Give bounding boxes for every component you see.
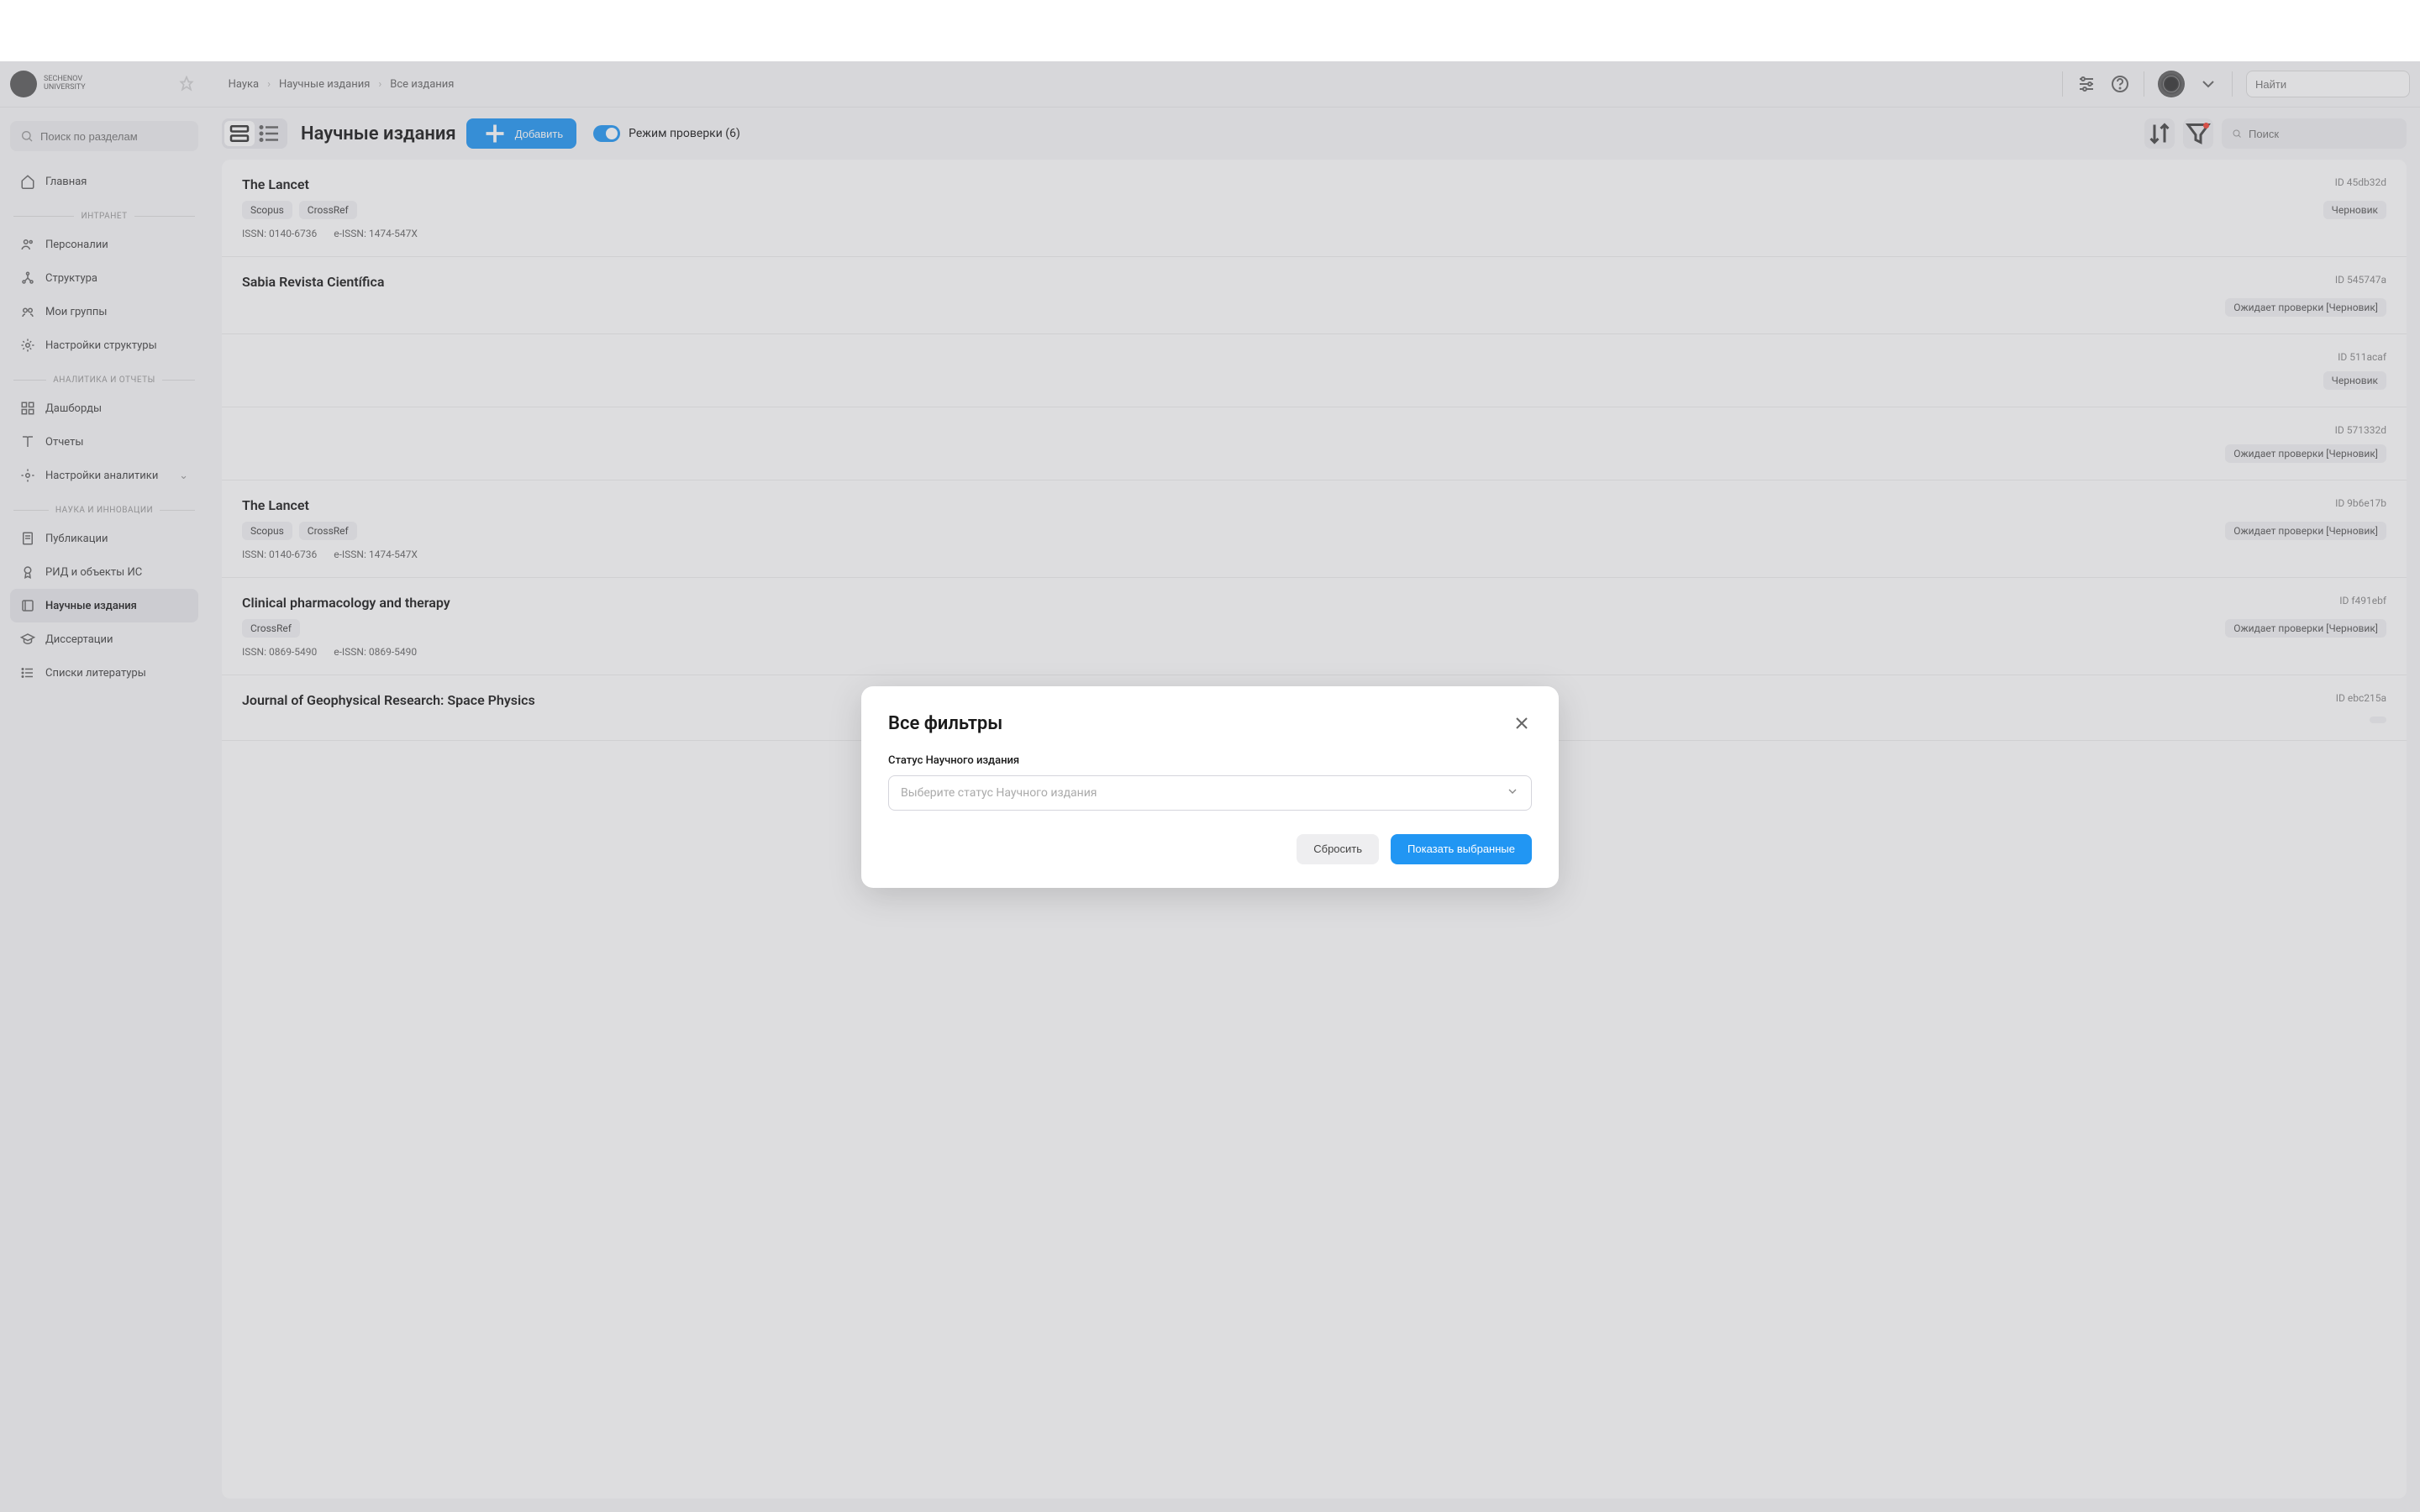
filter-modal: Все фильтры Статус Научного издания Выбе… xyxy=(861,686,1559,888)
modal-backdrop[interactable]: Все фильтры Статус Научного издания Выбе… xyxy=(0,61,2420,1512)
select-placeholder: Выберите статус Научного издания xyxy=(901,786,1097,800)
chevron-down-icon xyxy=(1506,785,1519,801)
reset-button[interactable]: Сбросить xyxy=(1297,834,1379,864)
modal-title: Все фильтры xyxy=(888,713,1002,734)
top-spacer xyxy=(0,0,2420,61)
status-select[interactable]: Выберите статус Научного издания xyxy=(888,775,1532,811)
close-icon xyxy=(1512,713,1532,733)
field-label: Статус Научного издания xyxy=(888,754,1532,767)
apply-button[interactable]: Показать выбранные xyxy=(1391,834,1532,864)
close-button[interactable] xyxy=(1512,713,1532,733)
